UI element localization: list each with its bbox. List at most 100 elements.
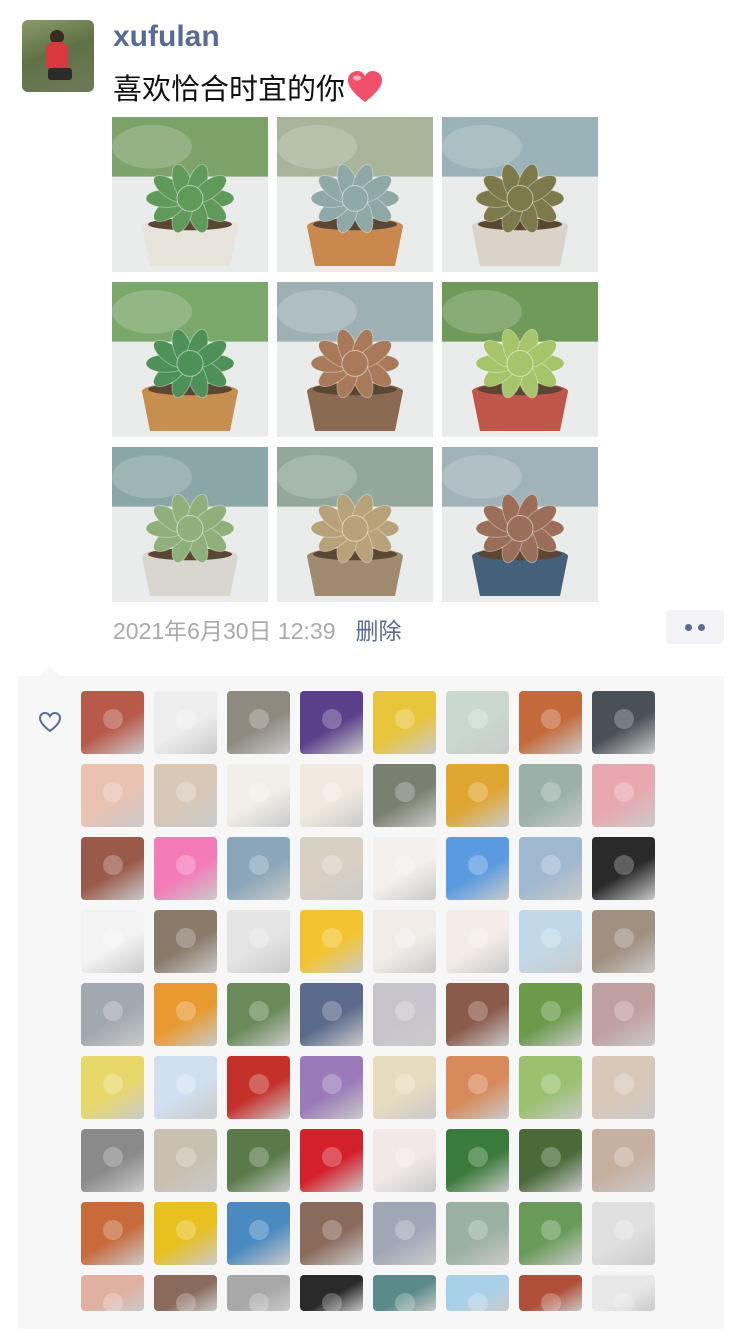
liker-avatar-figure [541, 1074, 561, 1094]
liker-avatar[interactable] [373, 1275, 436, 1311]
liker-avatar[interactable] [592, 1275, 655, 1311]
liker-avatar[interactable] [446, 983, 509, 1046]
liker-avatar[interactable] [81, 1275, 144, 1311]
liker-avatar[interactable] [519, 837, 582, 900]
liker-avatar[interactable] [592, 910, 655, 973]
liker-avatar[interactable] [227, 1275, 290, 1311]
liker-avatar[interactable] [227, 1056, 290, 1119]
liker-avatar[interactable] [519, 983, 582, 1046]
liker-avatar[interactable] [81, 764, 144, 827]
liker-avatar[interactable] [446, 910, 509, 973]
liker-avatar-figure [395, 709, 415, 729]
liker-avatar[interactable] [227, 764, 290, 827]
liker-avatar[interactable] [227, 1129, 290, 1192]
photo-thumbnail[interactable] [112, 282, 268, 437]
liker-avatar[interactable] [519, 1275, 582, 1311]
liker-avatar[interactable] [154, 764, 217, 827]
liker-avatar[interactable] [446, 1202, 509, 1265]
liker-avatar-figure [322, 928, 342, 948]
liker-avatar[interactable] [592, 1202, 655, 1265]
liker-avatar[interactable] [227, 910, 290, 973]
liker-avatar[interactable] [592, 691, 655, 754]
liker-avatar[interactable] [227, 1202, 290, 1265]
liker-avatar[interactable] [373, 691, 436, 754]
liker-avatar[interactable] [373, 1202, 436, 1265]
liker-avatar[interactable] [300, 983, 363, 1046]
liker-avatar-figure [614, 709, 634, 729]
liker-avatar-figure [103, 855, 123, 875]
photo-thumbnail[interactable] [112, 117, 268, 272]
post-meta: 2021年6月30日 12:39 删除 [113, 612, 402, 646]
liker-avatar-figure [249, 855, 269, 875]
liker-avatar[interactable] [373, 837, 436, 900]
like-heart-icon [38, 711, 62, 733]
liker-avatar-figure [614, 855, 634, 875]
liker-avatar[interactable] [373, 1056, 436, 1119]
liker-avatar[interactable] [446, 1056, 509, 1119]
liker-avatar-figure [468, 709, 488, 729]
liker-avatar[interactable] [446, 764, 509, 827]
more-options-button[interactable] [666, 610, 724, 644]
liker-avatar[interactable] [81, 910, 144, 973]
liker-avatar[interactable] [81, 1202, 144, 1265]
liker-avatar[interactable] [446, 1275, 509, 1311]
username[interactable]: xufulan [113, 20, 220, 54]
liker-avatar[interactable] [446, 837, 509, 900]
likes-panel [18, 666, 724, 1329]
liker-avatar[interactable] [154, 1056, 217, 1119]
liker-avatar[interactable] [300, 1275, 363, 1311]
photo-thumbnail[interactable] [277, 282, 433, 437]
liker-avatar[interactable] [373, 910, 436, 973]
liker-avatar[interactable] [300, 764, 363, 827]
delete-button[interactable]: 删除 [356, 612, 402, 646]
liker-avatar[interactable] [227, 691, 290, 754]
liker-avatar[interactable] [519, 910, 582, 973]
liker-avatar[interactable] [81, 1129, 144, 1192]
liker-avatar[interactable] [81, 691, 144, 754]
liker-avatar-figure [395, 1293, 415, 1311]
liker-avatar[interactable] [592, 764, 655, 827]
liker-avatar[interactable] [300, 691, 363, 754]
liker-avatar-figure [249, 1147, 269, 1167]
liker-avatar[interactable] [154, 1275, 217, 1311]
liker-avatar[interactable] [154, 837, 217, 900]
liker-avatar[interactable] [446, 1129, 509, 1192]
photo-thumbnail[interactable] [442, 117, 598, 272]
liker-avatar[interactable] [81, 837, 144, 900]
photo-thumbnail[interactable] [442, 447, 598, 602]
liker-avatar[interactable] [154, 691, 217, 754]
liker-avatar[interactable] [519, 1129, 582, 1192]
liker-avatar[interactable] [81, 983, 144, 1046]
liker-avatar[interactable] [227, 983, 290, 1046]
liker-avatar[interactable] [154, 983, 217, 1046]
liker-avatar[interactable] [300, 1129, 363, 1192]
liker-avatar[interactable] [592, 983, 655, 1046]
liker-avatar[interactable] [300, 910, 363, 973]
liker-avatar[interactable] [154, 1202, 217, 1265]
photo-thumbnail[interactable] [277, 447, 433, 602]
liker-avatar[interactable] [154, 1129, 217, 1192]
liker-avatar-figure [322, 782, 342, 802]
liker-avatar[interactable] [300, 1202, 363, 1265]
photo-thumbnail[interactable] [442, 282, 598, 437]
liker-avatar[interactable] [519, 691, 582, 754]
liker-avatar[interactable] [592, 1129, 655, 1192]
liker-avatar[interactable] [373, 1129, 436, 1192]
liker-avatar[interactable] [227, 837, 290, 900]
liker-avatar-figure [176, 709, 196, 729]
user-avatar[interactable] [22, 20, 94, 92]
liker-avatar[interactable] [373, 983, 436, 1046]
liker-avatar[interactable] [81, 1056, 144, 1119]
liker-avatar[interactable] [300, 837, 363, 900]
photo-thumbnail[interactable] [277, 117, 433, 272]
liker-avatar[interactable] [592, 837, 655, 900]
liker-avatar[interactable] [519, 1202, 582, 1265]
liker-avatar[interactable] [154, 910, 217, 973]
photo-thumbnail[interactable] [112, 447, 268, 602]
liker-avatar[interactable] [519, 764, 582, 827]
liker-avatar[interactable] [592, 1056, 655, 1119]
liker-avatar[interactable] [446, 691, 509, 754]
liker-avatar[interactable] [300, 1056, 363, 1119]
liker-avatar[interactable] [373, 764, 436, 827]
liker-avatar[interactable] [519, 1056, 582, 1119]
